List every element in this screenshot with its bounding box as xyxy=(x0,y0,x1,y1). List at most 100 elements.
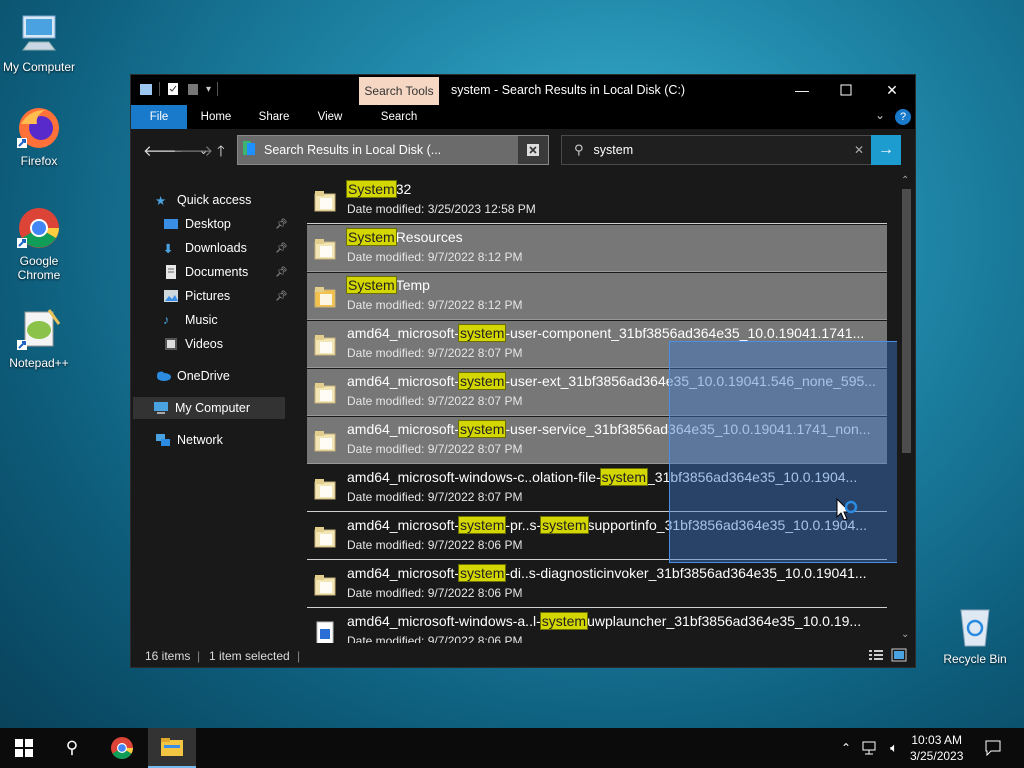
result-date-modified: Date modified: 9/7/2022 8:07 PM xyxy=(347,490,523,504)
sidebar-item-network[interactable]: Network xyxy=(155,429,291,451)
sidebar-item-pictures[interactable]: Pictures 📌︎ xyxy=(163,285,291,307)
result-name: amd64_microsoft-system-di..s-diagnostici… xyxy=(347,564,867,582)
ribbon-expand-icon[interactable]: ⌄ xyxy=(875,108,885,122)
vertical-scrollbar[interactable]: ⌃ ⌄ xyxy=(899,175,913,645)
clock[interactable]: 10:03 AM 3/25/2023 xyxy=(910,732,963,764)
computer-icon xyxy=(153,401,169,415)
navigation-pane: ★ Quick access Desktop 📌︎ ⬇ Downloads 📌︎… xyxy=(131,175,291,645)
sidebar-item-label: OneDrive xyxy=(177,369,230,383)
result-name-part: amd64_microsoft- xyxy=(347,325,460,341)
pin-icon: 📌︎ xyxy=(275,266,288,278)
search-term-highlight: system xyxy=(599,468,649,486)
search-results-icon xyxy=(242,140,256,161)
desktop-icon-my-computer[interactable]: My Computer xyxy=(1,10,77,74)
result-name-part: -di..s-diagnosticinvoker_31bf3856ad364e3… xyxy=(505,565,867,581)
tab-home[interactable]: Home xyxy=(191,105,241,129)
status-bar: 16 items | 1 item selected | xyxy=(131,645,915,667)
notepadpp-icon xyxy=(15,306,63,354)
folder-icon[interactable] xyxy=(139,82,153,96)
search-go-button[interactable]: → xyxy=(871,135,901,165)
download-arrow-icon: ⬇ xyxy=(163,242,174,256)
minimize-button[interactable]: — xyxy=(779,75,825,105)
sidebar-item-music[interactable]: ♪ Music xyxy=(163,309,291,331)
result-name-part: amd64_microsoft- xyxy=(347,517,460,533)
result-name: System32 xyxy=(346,180,411,198)
volume-icon[interactable]: 🔈︎ xyxy=(884,728,904,768)
divider xyxy=(217,82,219,96)
title-bar[interactable]: ▾ Search Tools system - Search Results i… xyxy=(131,75,915,105)
result-row[interactable]: SystemResources Date modified: 9/7/2022 8… xyxy=(307,225,887,272)
tab-view[interactable]: View xyxy=(305,105,355,129)
result-name: amd64_microsoft-system-user-component_31… xyxy=(347,324,864,342)
sidebar-item-label: Downloads xyxy=(185,241,247,255)
search-button[interactable]: ⚲ xyxy=(48,728,96,768)
scrollbar-thumb[interactable] xyxy=(902,189,911,453)
document-icon xyxy=(163,265,179,279)
network-tray-icon[interactable] xyxy=(860,728,882,768)
search-box[interactable]: ⚲ ✕ xyxy=(561,135,873,165)
result-name-part: amd64_microsoft-windows-a..l- xyxy=(347,613,541,629)
search-input[interactable] xyxy=(591,142,836,158)
desktop-icon-label: Notepad++ xyxy=(9,356,69,370)
close-button[interactable]: ✕ xyxy=(869,75,915,105)
show-hidden-icons-chevron-icon[interactable]: ⌃ xyxy=(838,728,854,768)
clock-time: 10:03 AM xyxy=(911,733,963,747)
qat-dropdown-icon[interactable]: ▾ xyxy=(206,84,211,95)
folder-icon xyxy=(313,429,337,453)
result-name: SystemResources xyxy=(346,228,463,246)
scroll-up-icon[interactable]: ⌃ xyxy=(901,175,909,186)
sidebar-item-quick-access[interactable]: ★ Quick access xyxy=(155,189,291,211)
taskbar-chrome[interactable] xyxy=(98,728,146,768)
result-row[interactable]: amd64_microsoft-windows-a..l-systemuwpla… xyxy=(307,609,887,643)
sidebar-item-onedrive[interactable]: OneDrive xyxy=(155,365,291,387)
selected-count: 1 item selected xyxy=(209,649,290,663)
address-bar[interactable]: Search Results in Local Disk (... xyxy=(237,135,549,165)
desktop-icon-notepadpp[interactable]: Notepad++ xyxy=(1,306,77,370)
large-icons-view-icon[interactable] xyxy=(891,648,907,665)
folder-icon xyxy=(313,189,337,213)
result-row[interactable]: System32 Date modified: 3/25/2023 12:58 P… xyxy=(307,177,887,224)
clear-address-icon[interactable] xyxy=(518,136,548,164)
sidebar-item-documents[interactable]: Documents 📌︎ xyxy=(163,261,291,283)
result-row[interactable]: amd64_microsoft-system-di..s-diagnostici… xyxy=(307,561,887,608)
tab-file[interactable]: File xyxy=(131,105,187,129)
recent-locations-button[interactable]: ⌄ xyxy=(199,144,208,157)
window-title: system - Search Results in Local Disk (C… xyxy=(451,83,686,97)
desktop-icon-firefox[interactable]: Firefox xyxy=(1,104,77,168)
result-name-part: amd64_microsoft-windows-c..olation-file- xyxy=(347,469,601,485)
sidebar-item-videos[interactable]: Videos xyxy=(163,333,291,355)
sidebar-item-label: Documents xyxy=(185,265,249,279)
chrome-icon xyxy=(111,737,133,759)
desktop-icon-chrome[interactable]: Google Chrome xyxy=(1,204,77,282)
result-name-part: amd64_microsoft- xyxy=(347,421,460,437)
clear-search-icon[interactable]: ✕ xyxy=(854,143,864,157)
start-button[interactable] xyxy=(0,728,48,768)
notification-center-icon[interactable] xyxy=(978,728,1008,768)
result-date-modified: Date modified: 9/7/2022 8:12 PM xyxy=(347,298,523,312)
sidebar-item-my-computer[interactable]: My Computer xyxy=(133,397,285,419)
divider: | xyxy=(297,649,301,663)
ribbon-tabs: File Home Share View Search ⌄ ? xyxy=(131,105,915,129)
scroll-down-icon[interactable]: ⌄ xyxy=(901,629,909,640)
tab-share[interactable]: Share xyxy=(249,105,299,129)
cloud-icon xyxy=(155,369,171,383)
tab-search[interactable]: Search xyxy=(359,105,439,129)
sidebar-item-desktop[interactable]: Desktop 📌︎ xyxy=(163,213,291,235)
new-folder-icon[interactable] xyxy=(186,82,200,96)
properties-icon[interactable] xyxy=(166,82,180,96)
result-row[interactable]: SystemTemp Date modified: 9/7/2022 8:12 P… xyxy=(307,273,887,320)
up-button[interactable]: 🡑 xyxy=(217,141,225,166)
desktop-icon-label: Firefox xyxy=(20,154,58,168)
sidebar-item-downloads[interactable]: ⬇ Downloads 📌︎ xyxy=(163,237,291,259)
taskbar-file-explorer[interactable] xyxy=(148,728,196,768)
desktop-folder-icon xyxy=(163,217,179,231)
search-term-highlight: system xyxy=(458,516,507,534)
sidebar-item-label: Quick access xyxy=(177,193,252,207)
desktop-icon-recycle-bin[interactable]: Recycle Bin xyxy=(937,602,1013,666)
help-icon[interactable]: ? xyxy=(895,109,911,125)
folder-icon xyxy=(313,237,337,261)
star-icon: ★ xyxy=(155,194,167,208)
details-view-icon[interactable] xyxy=(869,649,883,664)
maximize-button[interactable] xyxy=(823,75,869,105)
pin-icon: 📌︎ xyxy=(275,290,288,302)
